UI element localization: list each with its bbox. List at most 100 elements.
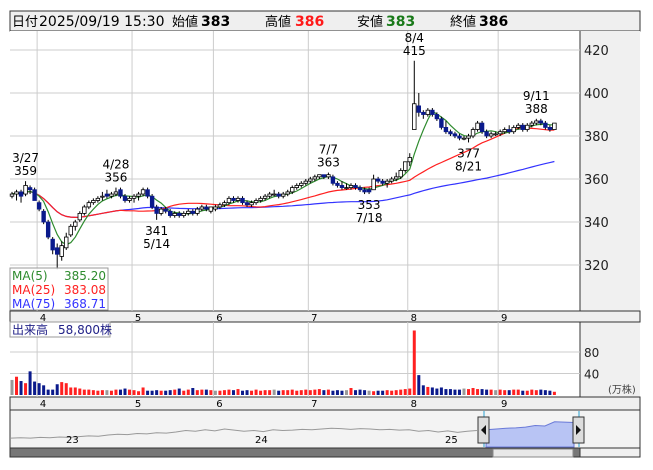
candle-body (118, 189, 123, 197)
annotation-date: 4/28 (102, 158, 129, 172)
candle-body (516, 124, 521, 128)
volume-bar (24, 383, 28, 395)
volume-bar (534, 390, 538, 395)
candle-body (353, 185, 358, 188)
candle-body (244, 202, 250, 206)
volume-bar (295, 390, 299, 395)
candle (439, 116, 444, 130)
chart-canvas: 日付 2025/09/19 15:30 始値 383 高値 386 安値 383… (9, 10, 641, 458)
candle-body (136, 193, 141, 197)
month-label: 6 (216, 399, 222, 410)
volume-bar (313, 389, 317, 395)
candle-body (511, 127, 516, 133)
candle-body (294, 185, 299, 188)
candle-body (208, 206, 214, 212)
volume-bar (128, 389, 132, 395)
datetime: 2025/09/19 15:30 (39, 14, 165, 30)
candle-body (27, 187, 33, 191)
volume-bar (408, 388, 412, 395)
candle-body (240, 197, 245, 204)
candle-body (127, 197, 132, 201)
candle-body (380, 180, 385, 184)
volume-bar (412, 330, 416, 395)
candle-body (222, 202, 227, 206)
candle-body (23, 185, 28, 195)
candle-body (285, 191, 290, 195)
candle-body (181, 212, 186, 216)
volume-bar (277, 390, 281, 395)
annotation-value: 353 (358, 198, 381, 212)
candle (68, 224, 73, 238)
ma25-value: 383.08 (64, 283, 106, 297)
candle-body (167, 210, 173, 216)
volume-bar (340, 390, 344, 395)
candle-body (506, 129, 512, 133)
ma75-label: MA(75) (12, 297, 55, 311)
nav-handle-left[interactable] (477, 416, 490, 444)
ma5-label: MA(5) (12, 269, 48, 283)
candle-body (14, 191, 19, 195)
volume-bar (191, 388, 195, 395)
scrollbar-thumb[interactable] (492, 448, 574, 458)
candle-body (163, 208, 168, 212)
candle-body (543, 122, 548, 128)
volume-bar (109, 390, 113, 395)
candle-body (525, 124, 530, 130)
volume-bar (254, 389, 258, 395)
volume-bar (498, 389, 502, 395)
annotation-date: 7/7 (319, 143, 338, 157)
volume-bar (259, 390, 263, 395)
volume-bar (503, 390, 507, 395)
volume-bar (132, 390, 136, 395)
low-value: 383 (386, 14, 415, 30)
month-label: 9 (501, 313, 507, 324)
candle-body (149, 195, 155, 208)
volume-bar (403, 389, 407, 395)
candle-body (317, 174, 322, 178)
volume-bar (55, 384, 59, 395)
candle-body (452, 133, 458, 137)
volume-bar (322, 390, 326, 395)
candle-body (249, 202, 254, 206)
volume-bar (399, 389, 403, 395)
candle-body (312, 176, 318, 180)
month-label: 8 (411, 313, 417, 324)
volume-bar (96, 390, 100, 395)
volume-bar (204, 389, 208, 395)
volume-bar (46, 389, 50, 395)
volume-bar (521, 390, 525, 395)
candle-body (529, 122, 534, 126)
candle-body (538, 120, 544, 124)
annotation-value: 341 (145, 224, 168, 238)
volume-bar (245, 390, 249, 395)
month-label: 9 (501, 399, 507, 410)
volume-bar (64, 383, 68, 395)
candle-body (398, 169, 403, 178)
month-label: 7 (311, 313, 317, 324)
candle-body (479, 122, 485, 133)
candle-body (95, 197, 101, 201)
candle-body (91, 200, 96, 204)
candle-body (18, 191, 24, 197)
volume-bar (367, 390, 371, 395)
volume-bar (530, 389, 534, 395)
volume-bar (290, 389, 294, 395)
candle-body (484, 131, 489, 137)
volume-bar (213, 390, 217, 395)
volume-bar (164, 390, 168, 395)
volume-bar (268, 390, 272, 395)
month-strip-volume (9, 396, 641, 411)
volume-unit: (万株) (608, 383, 636, 396)
nav-handle-right[interactable] (572, 416, 585, 444)
candle-body (457, 135, 462, 139)
volume-bar (462, 388, 466, 395)
candle-body (488, 133, 494, 137)
ma25-label: MA(25) (12, 283, 55, 297)
volume-bar (78, 388, 82, 395)
volume-bar (390, 390, 394, 395)
volume-bar (73, 387, 77, 395)
volume-bar (317, 389, 321, 395)
volume-bar (218, 390, 222, 395)
volume-bar (426, 386, 430, 395)
volume-bar (87, 389, 91, 395)
